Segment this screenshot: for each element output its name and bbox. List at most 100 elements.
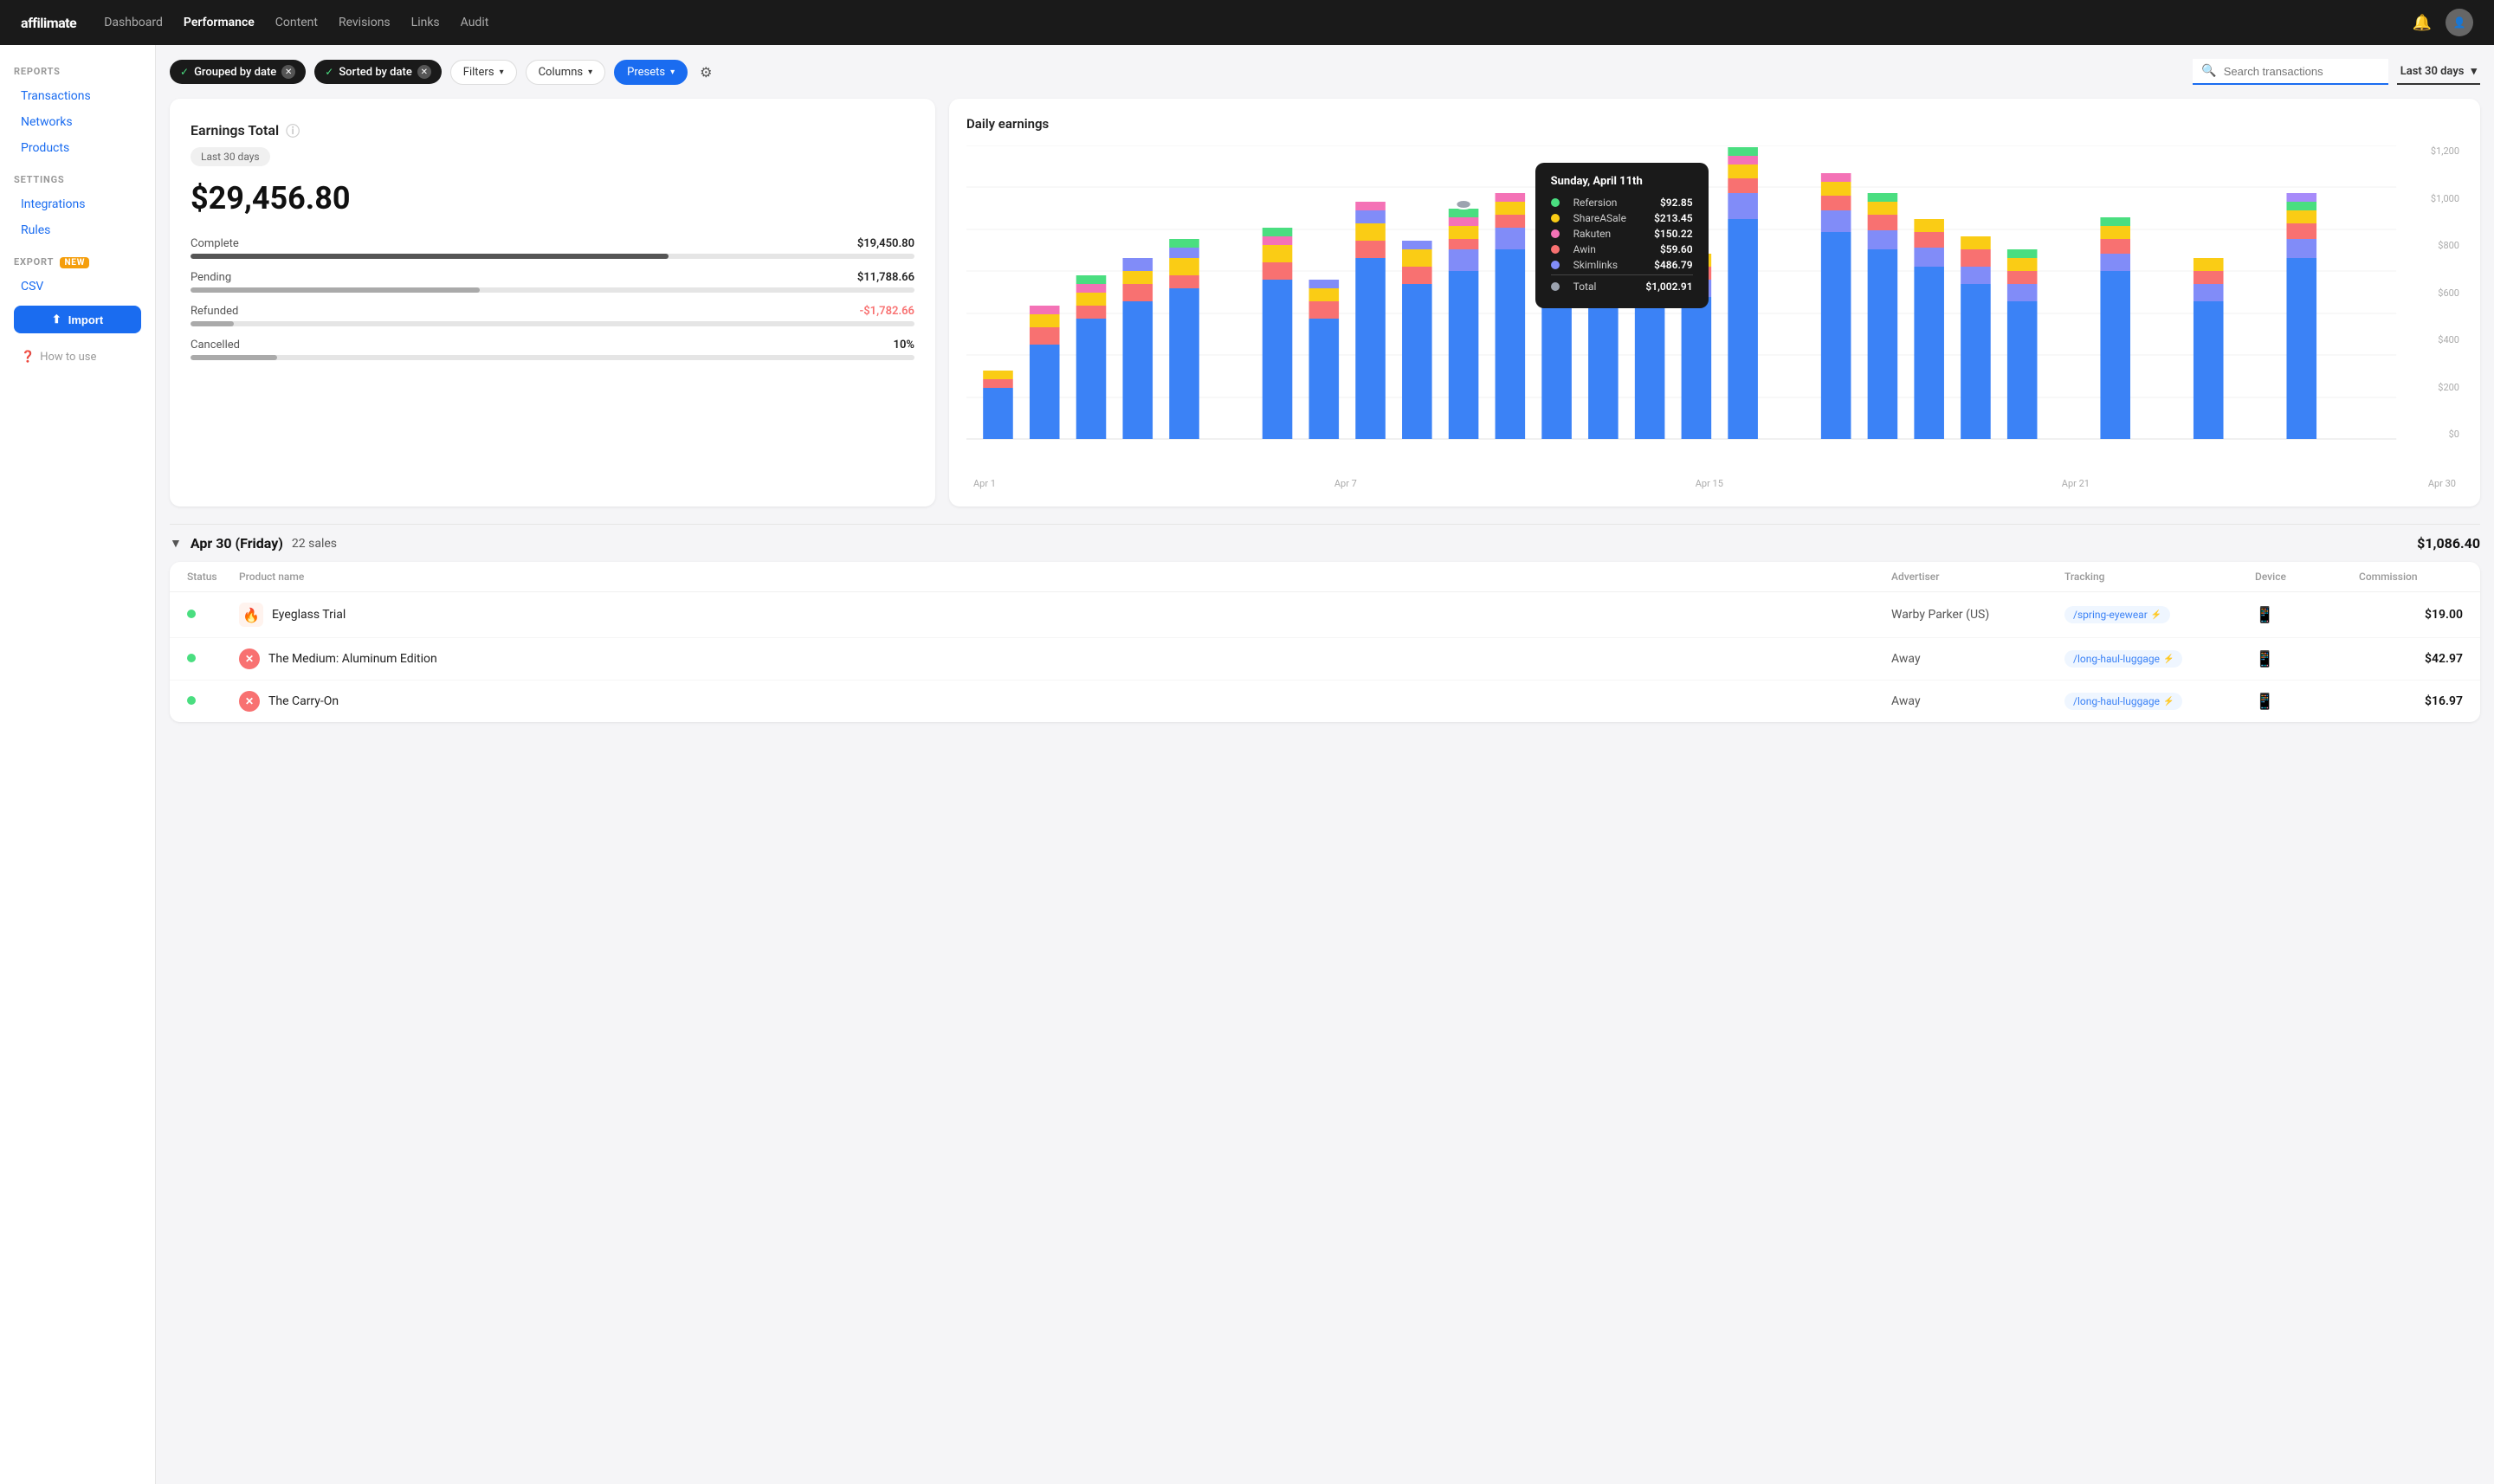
tooltip-row-4: Skimlinks $486.79 <box>1551 259 1693 271</box>
y-label-1: $1,000 <box>2431 193 2459 204</box>
stat-cancelled-value: 10% <box>894 339 914 352</box>
stat-complete: Complete $19,450.80 <box>191 237 914 259</box>
sorted-by-date-label: Sorted by date <box>339 66 411 79</box>
y-label-5: $200 <box>2431 382 2459 393</box>
date-range-button[interactable]: Last 30 days ▾ <box>2397 60 2480 85</box>
tooltip-total-label: Total <box>1573 281 1632 293</box>
presets-button[interactable]: Presets ▾ <box>614 60 688 85</box>
filters-chevron: ▾ <box>500 68 504 77</box>
grouped-by-date-close[interactable]: ✕ <box>281 65 295 79</box>
tracking-badge-2[interactable]: /long-haul-luggage ⚡ <box>2064 693 2182 710</box>
sidebar-item-csv[interactable]: CSV <box>14 274 141 299</box>
stat-complete-label: Complete <box>191 237 239 250</box>
skimlinks-dot <box>1551 261 1560 269</box>
user-avatar[interactable]: 👤 <box>2446 9 2473 36</box>
stat-pending: Pending $11,788.66 <box>191 271 914 293</box>
col-device: Device <box>2255 571 2359 583</box>
mobile-icon-1: 📱 <box>2255 650 2274 668</box>
sidebar-item-rules[interactable]: Rules <box>14 218 141 242</box>
row-advertiser-2: Away <box>1891 694 2064 708</box>
tooltip-row-2: Rakuten $150.22 <box>1551 228 1693 240</box>
mobile-icon-2: 📱 <box>2255 693 2274 711</box>
table-row: ✕ The Carry-On Away /long-haul-luggage ⚡… <box>170 681 2480 722</box>
search-box[interactable]: 🔍 <box>2193 59 2387 85</box>
row-status-2 <box>187 694 239 708</box>
row-advertiser-1: Away <box>1891 652 2064 666</box>
filters-button[interactable]: Filters ▾ <box>450 60 517 85</box>
nav-link-revisions[interactable]: Revisions <box>339 16 391 29</box>
row-tracking-0: /spring-eyewear ⚡ <box>2064 606 2255 623</box>
tracking-badge-0[interactable]: /spring-eyewear ⚡ <box>2064 606 2170 623</box>
sorted-by-date-close[interactable]: ✕ <box>417 65 431 79</box>
tooltip-awin-label: Awin <box>1573 243 1646 255</box>
info-icon[interactable]: ⓘ <box>286 119 300 140</box>
x-label-3: Apr 21 <box>2062 478 2090 489</box>
nav-link-links[interactable]: Links <box>411 16 440 29</box>
nav-link-audit[interactable]: Audit <box>461 16 489 29</box>
chart-card: Daily earnings <box>949 99 2480 506</box>
earnings-period: Last 30 days <box>191 147 270 166</box>
how-to-label: How to use <box>40 351 96 364</box>
x-label-0: Apr 1 <box>973 478 996 489</box>
import-button[interactable]: ⬆ Import <box>14 306 141 333</box>
rakuten-dot <box>1551 229 1560 238</box>
y-axis: $1,200 $1,000 $800 $600 $400 $200 $0 <box>2431 145 2463 440</box>
tooltip-row-0: Refersion $92.85 <box>1551 197 1693 209</box>
stat-cancelled: Cancelled 10% <box>191 339 914 360</box>
tooltip-refersion-val: $92.85 <box>1660 197 1693 209</box>
adjust-icon[interactable]: ⚙ <box>700 64 712 81</box>
sidebar-item-transactions[interactable]: Transactions <box>14 84 141 108</box>
nav-link-dashboard[interactable]: Dashboard <box>104 16 163 29</box>
grouped-by-date-chip[interactable]: ✓ Grouped by date ✕ <box>170 60 306 84</box>
total-dot <box>1551 282 1560 291</box>
sorted-by-date-chip[interactable]: ✓ Sorted by date ✕ <box>314 60 442 84</box>
columns-button[interactable]: Columns ▾ <box>526 60 606 85</box>
flash-icon-0: ⚡ <box>2151 610 2161 620</box>
row-product-1: ✕ The Medium: Aluminum Edition <box>239 648 1891 669</box>
search-input[interactable] <box>2224 65 2380 78</box>
presets-label: Presets <box>627 66 665 79</box>
row-tracking-1: /long-haul-luggage ⚡ <box>2064 650 2255 668</box>
sidebar-item-integrations[interactable]: Integrations <box>14 192 141 216</box>
table-header: Status Product name Advertiser Tracking … <box>170 562 2480 592</box>
x-axis: Apr 1 Apr 7 Apr 15 Apr 21 Apr 30 <box>966 478 2463 489</box>
cards-row: Earnings Total ⓘ Last 30 days $29,456.80… <box>170 99 2480 506</box>
topnav: affilimate Dashboard Performance Content… <box>0 0 2494 45</box>
notifications-icon[interactable]: 🔔 <box>2413 14 2432 32</box>
y-label-6: $0 <box>2431 429 2459 440</box>
tracking-badge-1[interactable]: /long-haul-luggage ⚡ <box>2064 650 2182 668</box>
tooltip-row-1: ShareASale $213.45 <box>1551 212 1693 224</box>
group-sales-count: 22 sales <box>292 537 337 551</box>
y-label-2: $800 <box>2431 240 2459 251</box>
nav-link-performance[interactable]: Performance <box>184 16 255 29</box>
stat-cancelled-label: Cancelled <box>191 339 240 352</box>
row-device-2: 📱 <box>2255 693 2359 711</box>
sidebar-item-networks[interactable]: Networks <box>14 110 141 134</box>
flash-icon-1: ⚡ <box>2163 655 2174 664</box>
columns-chevron: ▾ <box>588 68 592 77</box>
shareasale-dot <box>1551 214 1560 223</box>
upload-icon: ⬆ <box>52 313 61 326</box>
import-label: Import <box>68 313 103 326</box>
product-icon-1: ✕ <box>239 648 260 669</box>
row-commission-2: $16.97 <box>2359 694 2463 708</box>
row-device-1: 📱 <box>2255 650 2359 668</box>
x-label-4: Apr 30 <box>2428 478 2456 489</box>
refunded-progress <box>191 321 234 326</box>
row-commission-0: $19.00 <box>2359 608 2463 622</box>
product-icon-0: 🔥 <box>239 603 263 627</box>
chart-title: Daily earnings <box>966 116 2463 132</box>
x-label-2: Apr 15 <box>1696 478 1723 489</box>
group-toggle-icon[interactable]: ▼ <box>170 536 182 551</box>
y-label-3: $600 <box>2431 287 2459 299</box>
tooltip-skimlinks-val: $486.79 <box>1654 259 1693 271</box>
table-row: 🔥 Eyeglass Trial Warby Parker (US) /spri… <box>170 592 2480 638</box>
product-icon-2: ✕ <box>239 691 260 712</box>
row-commission-1: $42.97 <box>2359 652 2463 666</box>
sidebar-item-products[interactable]: Products <box>14 136 141 160</box>
chart-tooltip: Sunday, April 11th Refersion $92.85 Shar… <box>1535 163 1709 308</box>
nav-link-content[interactable]: Content <box>275 16 318 29</box>
how-to-use-link[interactable]: ❓ How to use <box>14 347 141 367</box>
sidebar-settings-title: SETTINGS <box>14 174 141 185</box>
sidebar: REPORTS Transactions Networks Products S… <box>0 45 156 1484</box>
